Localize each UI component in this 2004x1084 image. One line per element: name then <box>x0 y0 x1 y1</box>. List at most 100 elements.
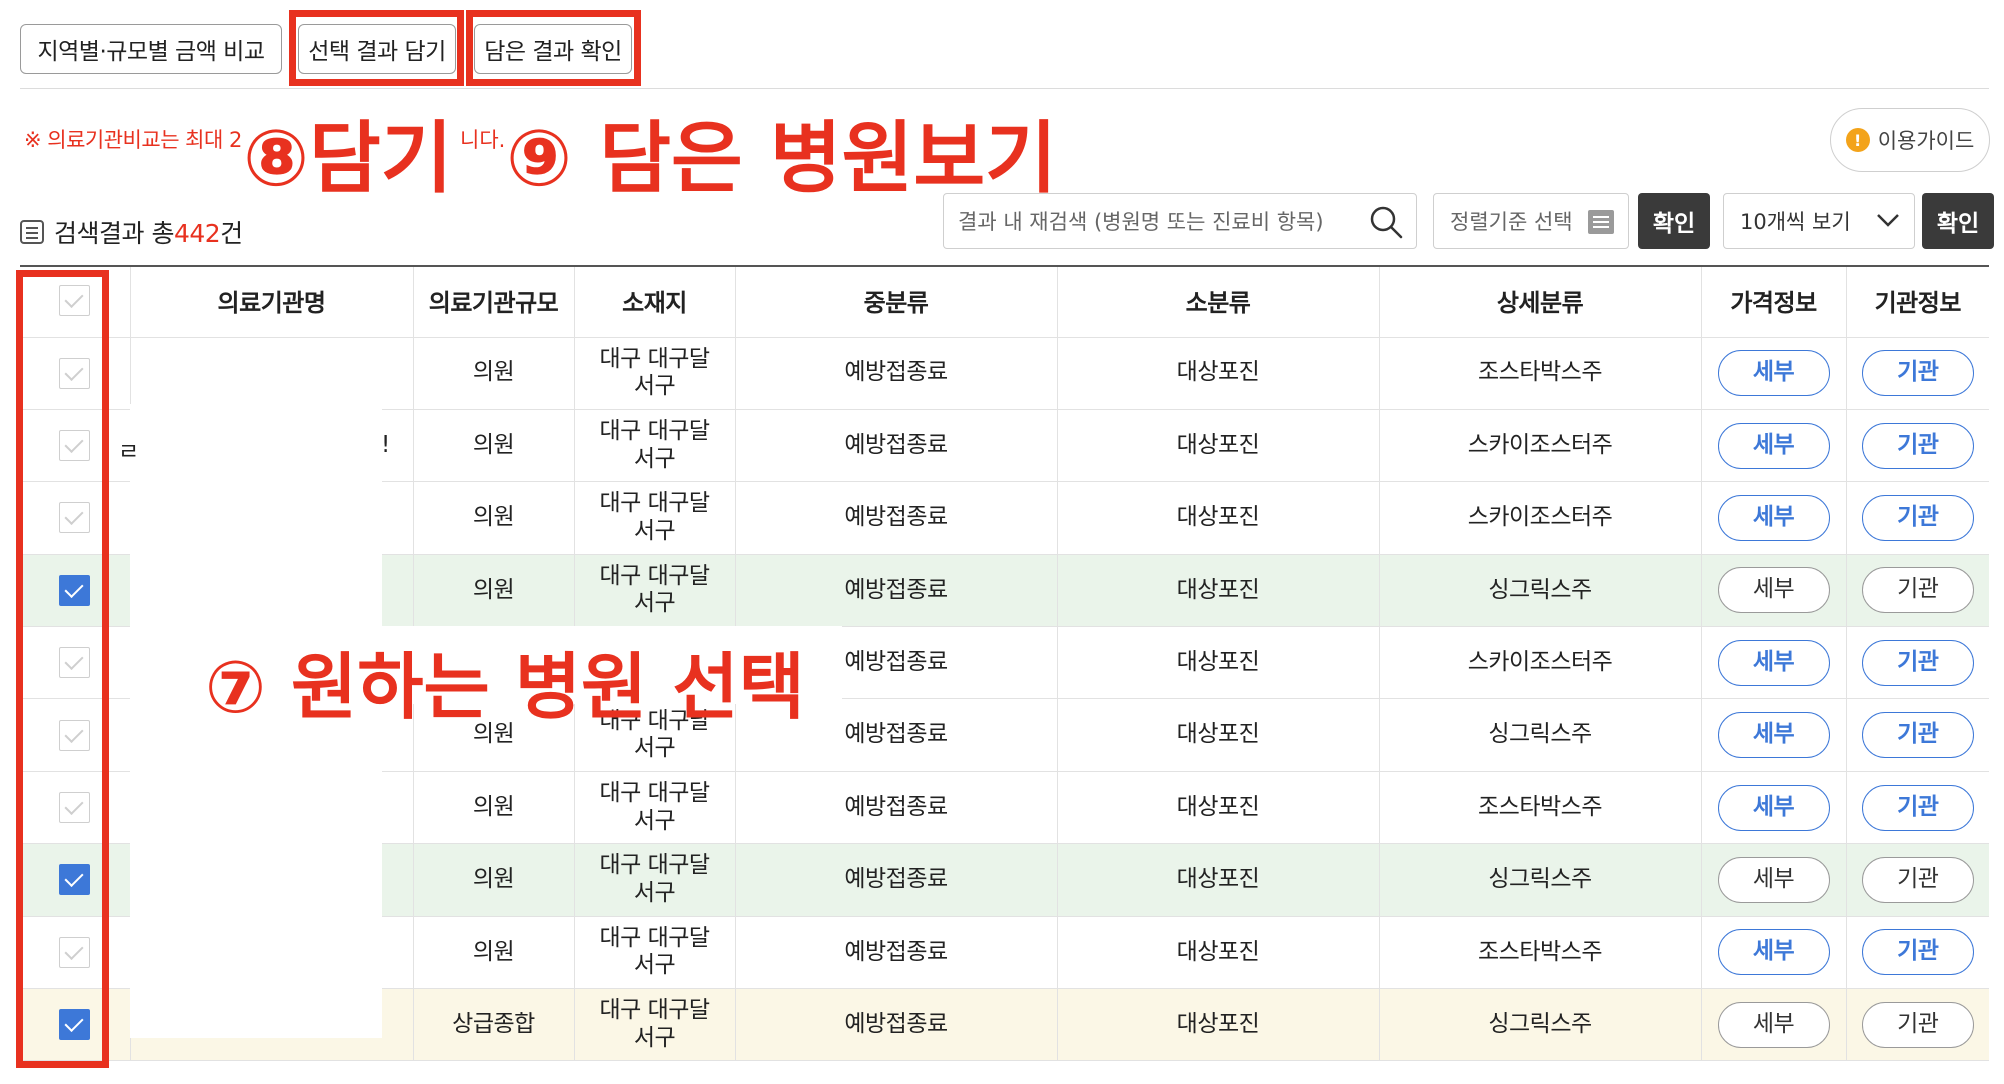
cell-mid-category: 예방접종료 <box>735 916 1058 990</box>
org-info-button[interactable]: 기관 <box>1861 784 1974 831</box>
header-detail-category: 상세분류 <box>1379 265 1702 338</box>
header-small-category: 소분류 <box>1057 265 1380 338</box>
cell-small-category: 대상포진 <box>1057 771 1380 845</box>
cell-price-info: 세부 <box>1701 481 1847 555</box>
org-info-button[interactable]: 기관 <box>1861 1001 1974 1048</box>
cell-org-info: 기관 <box>1846 843 1989 917</box>
cell-price-info: 세부 <box>1701 698 1847 772</box>
org-info-button[interactable]: 기관 <box>1861 350 1974 397</box>
price-detail-button[interactable]: 세부 <box>1717 784 1830 831</box>
price-detail-button[interactable]: 세부 <box>1717 856 1830 903</box>
cell-name <box>130 337 414 410</box>
cell-location: 대구 대구달 서구 <box>574 988 736 1062</box>
cell-org-info: 기관 <box>1846 698 1989 772</box>
cell-price-info: 세부 <box>1701 409 1847 483</box>
cell-price-info: 세부 <box>1701 988 1847 1062</box>
price-detail-button[interactable]: 세부 <box>1717 712 1830 759</box>
cell-price-info: 세부 <box>1701 626 1847 700</box>
org-info-button[interactable]: 기관 <box>1861 567 1974 614</box>
cell-org-info: 기관 <box>1846 554 1989 628</box>
highlight-view <box>466 10 641 86</box>
price-detail-button[interactable]: 세부 <box>1717 1001 1830 1048</box>
compare-notice-end: 니다. <box>460 128 506 152</box>
cell-size: 상급종합 <box>413 988 575 1062</box>
cell-small-category: 대상포진 <box>1057 843 1380 917</box>
list-icon <box>20 220 44 244</box>
cell-org-info: 기관 <box>1846 988 1989 1062</box>
usage-guide-button[interactable]: ! 이용가이드 <box>1830 108 1990 172</box>
info-icon: ! <box>1845 128 1870 152</box>
cell-price-info: 세부 <box>1701 843 1847 917</box>
cell-mid-category: 예방접종료 <box>735 843 1058 917</box>
cell-size: 의원 <box>413 337 575 410</box>
cell-size: 의원 <box>413 916 575 990</box>
cell-small-category: 대상포진 <box>1057 698 1380 772</box>
cell-location: 대구 대구달 서구 <box>574 481 736 555</box>
cell-detail-category: 조스타박스주 <box>1379 337 1702 410</box>
org-info-button[interactable]: 기관 <box>1861 856 1974 903</box>
research-input[interactable]: 결과 내 재검색 (병원명 또는 진료비 항목) <box>943 193 1417 249</box>
price-detail-button[interactable]: 세부 <box>1717 639 1830 686</box>
per-page-confirm-button[interactable]: 확인 <box>1922 193 1994 249</box>
cell-org-info: 기관 <box>1846 771 1989 845</box>
cell-detail-category: 조스타박스주 <box>1379 916 1702 990</box>
search-icon[interactable] <box>1368 204 1404 240</box>
region-compare-button[interactable]: 지역별·규모별 금액 비교 <box>20 24 282 74</box>
cell-location: 대구 대구달 서구 <box>574 554 736 628</box>
sort-confirm-button[interactable]: 확인 <box>1638 193 1710 249</box>
price-detail-button[interactable]: 세부 <box>1717 422 1830 469</box>
org-info-button[interactable]: 기관 <box>1861 712 1974 759</box>
cell-small-category: 대상포진 <box>1057 337 1380 410</box>
table-top-rule <box>20 265 1989 267</box>
cell-small-category: 대상포진 <box>1057 481 1380 555</box>
annotation-step7: ⑦ 원하는 병원 선택 <box>205 645 805 729</box>
org-info-button[interactable]: 기관 <box>1861 639 1974 686</box>
org-info-button[interactable]: 기관 <box>1861 929 1974 976</box>
header-size: 의료기관규모 <box>413 265 575 338</box>
cell-small-category: 대상포진 <box>1057 626 1380 700</box>
price-detail-button[interactable]: 세부 <box>1717 567 1830 614</box>
cell-small-category: 대상포진 <box>1057 409 1380 483</box>
header-org-info: 기관정보 <box>1846 265 1989 338</box>
header-price-info: 가격정보 <box>1701 265 1847 338</box>
cell-mid-category: 예방접종료 <box>735 771 1058 845</box>
cell-detail-category: 싱그릭스주 <box>1379 698 1702 772</box>
cell-detail-category: 스카이조스터주 <box>1379 626 1702 700</box>
cell-location: 대구 대구달 서구 <box>574 337 736 410</box>
table-header-row: 의료기관명 의료기관규모 소재지 중분류 소분류 상세분류 가격정보 기관정보 <box>20 265 1989 338</box>
cell-size: 의원 <box>413 481 575 555</box>
price-detail-button[interactable]: 세부 <box>1717 494 1830 541</box>
header-mid-category: 중분류 <box>735 265 1058 338</box>
org-info-button[interactable]: 기관 <box>1861 494 1974 541</box>
cell-price-info: 세부 <box>1701 337 1847 410</box>
org-info-button[interactable]: 기관 <box>1861 422 1974 469</box>
cell-location: 대구 대구달 서구 <box>574 843 736 917</box>
result-count: 검색결과 총442건 <box>20 214 243 250</box>
table-row: 의원 대구 대구달 서구 예방접종료 대상포진 조스타박스주 세부 기관 <box>20 337 1989 410</box>
cell-price-info: 세부 <box>1701 554 1847 628</box>
per-page-select[interactable]: 10개씩 보기 <box>1723 193 1915 249</box>
cell-location: 대구 대구달 서구 <box>574 771 736 845</box>
result-count-suffix: 건 <box>220 219 243 248</box>
cell-org-info: 기관 <box>1846 626 1989 700</box>
cell-small-category: 대상포진 <box>1057 988 1380 1062</box>
cell-mid-category: 예방접종료 <box>735 409 1058 483</box>
chevron-down-icon <box>1877 214 1899 227</box>
cell-size: 의원 <box>413 554 575 628</box>
cell-org-info: 기관 <box>1846 409 1989 483</box>
sort-label: 정렬기준 선택 <box>1450 210 1573 234</box>
cell-location: 대구 대구달 서구 <box>574 409 736 483</box>
cell-mid-category: 예방접종료 <box>735 481 1058 555</box>
cell-small-category: 대상포진 <box>1057 554 1380 628</box>
cell-detail-category: 싱그릭스주 <box>1379 843 1702 917</box>
header-name: 의료기관명 <box>130 265 414 338</box>
sort-select[interactable]: 정렬기준 선택 <box>1433 193 1629 249</box>
price-detail-button[interactable]: 세부 <box>1717 350 1830 397</box>
annotation-step9: ⑨ 담은 병원보기 <box>506 114 1057 204</box>
cell-org-info: 기관 <box>1846 337 1989 410</box>
cell-detail-category: 조스타박스주 <box>1379 771 1702 845</box>
result-count-prefix: 검색결과 총 <box>54 219 174 248</box>
price-detail-button[interactable]: 세부 <box>1717 929 1830 976</box>
annotation-step8: ⑧담기 <box>243 114 453 204</box>
research-placeholder: 결과 내 재검색 (병원명 또는 진료비 항목) <box>958 210 1324 234</box>
